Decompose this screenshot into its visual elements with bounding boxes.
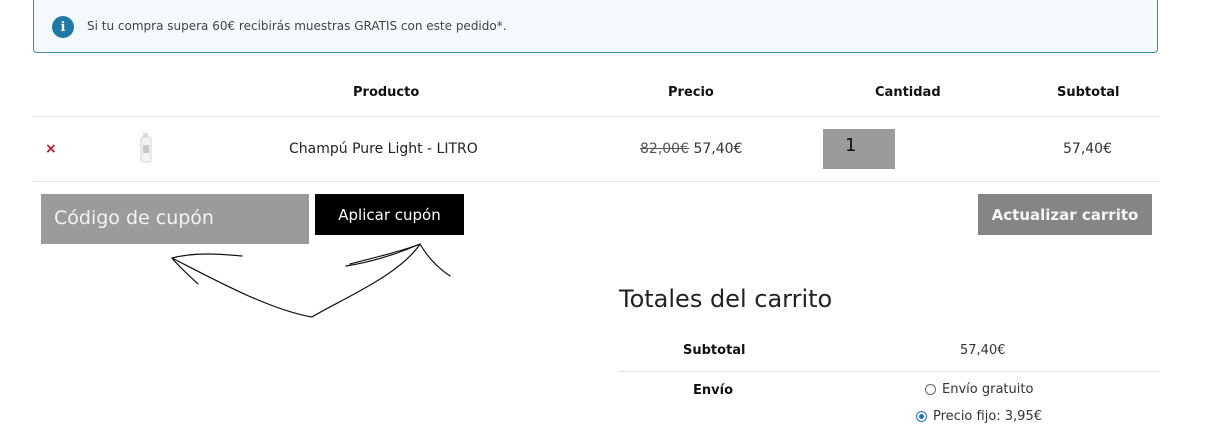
header-subtotal: Subtotal (1057, 85, 1120, 100)
shipping-option-free-label: Envío gratuito (942, 382, 1034, 397)
row-subtotal: 57,40€ (1063, 141, 1112, 157)
product-name[interactable]: Champú Pure Light - LITRO (289, 141, 478, 157)
coupon-code-input[interactable]: Código de cupón (41, 194, 309, 244)
radio-flat-rate[interactable] (916, 411, 927, 422)
totals-subtotal-row: Subtotal 57,40€ (619, 332, 1160, 372)
product-thumbnail[interactable] (138, 133, 154, 163)
apply-coupon-button[interactable]: Aplicar cupón (315, 194, 464, 235)
header-quantity: Cantidad (875, 85, 941, 100)
sale-price: 57,40€ (693, 141, 743, 157)
table-row: × Champú Pure Light - LITRO 82,00€ 57,40… (33, 117, 1160, 182)
radio-free-shipping[interactable] (925, 384, 936, 395)
header-product: Producto (353, 85, 420, 100)
totals-subtotal-label: Subtotal (683, 343, 746, 358)
remove-item-icon[interactable]: × (45, 141, 57, 157)
totals-shipping-label: Envío (693, 383, 733, 398)
quantity-input[interactable]: 1 (823, 129, 895, 169)
shipping-option-flat-label: Precio fijo: 3,95€ (933, 409, 1042, 424)
shipping-option-free[interactable]: Envío gratuito (925, 382, 1033, 397)
info-icon: i (52, 16, 74, 38)
cart-totals-title: Totales del carrito (619, 285, 833, 313)
cart-table: Producto Precio Cantidad Subtotal × Cham… (33, 70, 1160, 182)
shipping-option-flat[interactable]: Precio fijo: 3,95€ (916, 409, 1042, 424)
update-cart-button[interactable]: Actualizar carrito (978, 194, 1152, 235)
totals-subtotal-value: 57,40€ (960, 343, 1006, 358)
header-price: Precio (668, 85, 714, 100)
free-samples-notice: i Si tu compra supera 60€ recibirás mues… (33, 0, 1158, 53)
table-header: Producto Precio Cantidad Subtotal (33, 70, 1160, 117)
notice-text: Si tu compra supera 60€ recibirás muestr… (87, 19, 507, 33)
old-price: 82,00€ (640, 141, 689, 157)
totals-shipping-row: Envío Envío gratuito Precio fijo: 3,95€ (619, 372, 1160, 432)
product-price: 82,00€ 57,40€ (640, 141, 742, 157)
